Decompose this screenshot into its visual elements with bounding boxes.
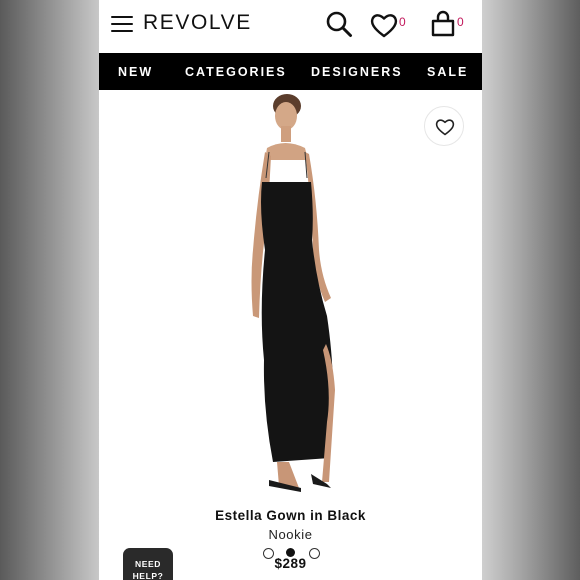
heart-outline-icon xyxy=(435,119,455,136)
nav-sale[interactable]: SALE xyxy=(427,65,468,79)
nav-categories[interactable]: CATEGORIES xyxy=(185,65,287,79)
background-left xyxy=(0,0,99,580)
add-to-wishlist-button[interactable] xyxy=(424,106,464,146)
background-right xyxy=(482,0,580,580)
nav-designers[interactable]: DESIGNERS xyxy=(311,65,403,79)
help-line-1: NEED xyxy=(134,559,162,569)
product-image-area[interactable] xyxy=(99,90,482,559)
product-brand[interactable]: Nookie xyxy=(99,527,482,542)
phone-screen: REVOLVE 0 0 NEW CATEGORIES DESIGNERS SAL… xyxy=(99,0,482,580)
bag-count: 0 xyxy=(457,15,464,29)
site-header: REVOLVE 0 0 xyxy=(99,0,482,52)
bag-icon[interactable] xyxy=(430,10,456,38)
nav-new[interactable]: NEW xyxy=(118,65,153,79)
menu-icon[interactable] xyxy=(111,16,133,32)
product-photo-model xyxy=(251,94,335,492)
main-nav: NEW CATEGORIES DESIGNERS SALE xyxy=(99,53,482,90)
search-icon[interactable] xyxy=(325,10,353,38)
help-line-2: HELP? xyxy=(132,571,164,580)
wishlist-count: 0 xyxy=(399,15,406,29)
need-help-button[interactable]: NEED HELP? xyxy=(123,548,173,580)
product-title: Estella Gown in Black xyxy=(215,508,366,523)
heart-icon[interactable] xyxy=(370,12,398,38)
site-logo[interactable]: REVOLVE xyxy=(143,11,252,35)
